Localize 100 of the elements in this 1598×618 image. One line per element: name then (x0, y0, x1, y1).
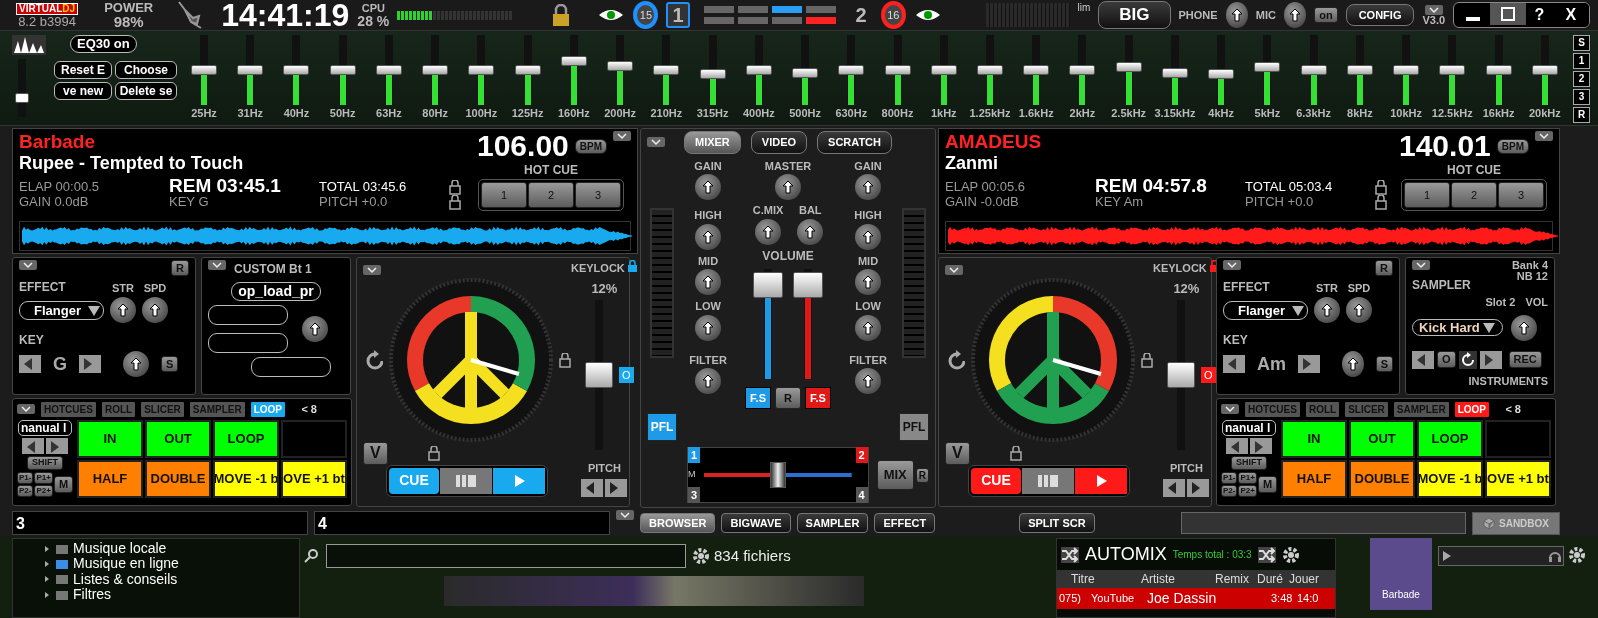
jog-wheel[interactable] (389, 278, 553, 442)
maximize-icon[interactable] (1490, 3, 1527, 25)
arrow-right-icon[interactable] (79, 355, 101, 374)
pad-button[interactable]: HALF (1281, 459, 1347, 498)
lock-icon[interactable] (551, 3, 572, 27)
arrow-left-icon[interactable] (1223, 355, 1245, 374)
slider-thumb[interactable] (1393, 65, 1420, 75)
arrow-left-icon[interactable] (1163, 478, 1186, 497)
lock-icon[interactable] (449, 194, 461, 210)
view-button[interactable]: SAMPLER (796, 512, 869, 534)
page-button[interactable]: P1+ (34, 471, 53, 484)
slider-thumb[interactable] (745, 65, 772, 75)
knob[interactable] (695, 269, 721, 295)
knob[interactable] (855, 269, 881, 295)
fader-thumb[interactable] (793, 272, 823, 298)
mixer-tab[interactable]: MIXER (683, 131, 741, 154)
pause-icon[interactable] (440, 467, 492, 494)
mixer-tab[interactable]: SCRATCH (817, 131, 892, 154)
column-header[interactable]: Remix (1215, 570, 1257, 588)
shift-button[interactable]: SHIFT (27, 455, 63, 470)
lock-icon[interactable] (449, 179, 461, 195)
hot-cue-button[interactable]: 1 (481, 182, 527, 208)
arrow-right-icon[interactable] (1479, 350, 1502, 369)
hot-cue-button[interactable]: 1 (1404, 182, 1450, 208)
column-header[interactable]: Artiste (1141, 570, 1215, 588)
knob[interactable] (855, 314, 881, 341)
pad-button[interactable]: IN (1281, 419, 1347, 458)
slider-thumb[interactable] (514, 65, 541, 75)
arrow-right-icon[interactable] (46, 437, 68, 454)
mix-reset-button[interactable]: R (915, 467, 929, 483)
knob[interactable] (302, 315, 328, 342)
mix-button[interactable]: MIX (876, 459, 914, 491)
fader-start-button[interactable]: F.S (804, 386, 831, 409)
knob[interactable] (695, 223, 721, 250)
slider-thumb[interactable] (977, 65, 1003, 75)
crossfader-thumb[interactable] (769, 462, 786, 488)
slider-thumb[interactable] (375, 65, 402, 75)
slider-thumb[interactable] (1300, 65, 1327, 75)
slider-thumb[interactable] (1531, 65, 1558, 75)
custom-button[interactable]: op_load_pr (231, 282, 321, 301)
shift-button[interactable]: SHIFT (1231, 455, 1267, 470)
v-button[interactable]: V (945, 442, 970, 465)
m-button[interactable]: M (1257, 476, 1278, 493)
pfl-button[interactable]: PFL (899, 413, 929, 441)
arrow-right-icon[interactable] (1298, 355, 1320, 374)
lock-icon[interactable] (626, 260, 638, 272)
slider-thumb[interactable] (930, 65, 957, 75)
knob[interactable] (855, 368, 881, 394)
chevron-down-icon[interactable] (616, 510, 634, 520)
pitch-reset-button[interactable]: O (1201, 366, 1216, 384)
pad-mode-field[interactable]: nanual l (1222, 419, 1276, 436)
chevron-down-icon[interactable] (17, 404, 35, 415)
folder-item[interactable]: Musique locale (73, 541, 167, 557)
lock-icon[interactable] (1375, 194, 1387, 210)
slider-thumb[interactable] (1115, 62, 1142, 73)
eq-preset-button[interactable]: Delete se (115, 82, 177, 101)
knob[interactable] (1225, 2, 1248, 28)
chevron-down-icon[interactable] (363, 264, 381, 275)
knob[interactable] (855, 174, 881, 200)
arrow-left-icon[interactable] (1226, 437, 1248, 454)
chevron-down-icon[interactable] (1412, 260, 1430, 270)
search-field[interactable] (1181, 512, 1466, 534)
lock-icon[interactable] (427, 445, 440, 461)
chevron-down-icon[interactable] (1223, 260, 1241, 270)
knob[interactable] (855, 223, 881, 250)
sync-button[interactable]: S (1375, 356, 1393, 373)
reset-button[interactable]: R (1375, 260, 1393, 277)
pad-button[interactable]: LOOP (213, 419, 279, 458)
eq-toggle-button[interactable]: EQ30 on (70, 35, 137, 53)
lock-icon[interactable] (1375, 179, 1387, 195)
slider-thumb[interactable] (15, 92, 29, 103)
slider-thumb[interactable] (560, 55, 587, 66)
chevron-down-icon[interactable] (613, 131, 631, 141)
pad-button[interactable]: DOUBLE (1349, 459, 1415, 498)
chevron-down-icon[interactable] (1221, 404, 1239, 415)
slider-thumb[interactable] (838, 65, 865, 75)
pad-button[interactable]: OUT (1349, 419, 1415, 458)
slider-thumb[interactable] (653, 65, 680, 75)
mic-on-toggle[interactable]: on (1314, 6, 1338, 24)
chevron-down-icon[interactable] (647, 137, 665, 148)
slider-thumb[interactable] (1346, 65, 1373, 75)
chevron-down-icon[interactable] (19, 260, 37, 270)
eq-bank-button[interactable]: S (1573, 35, 1590, 51)
column-header[interactable]: Duré (1257, 570, 1289, 588)
pad-button[interactable]: IN (77, 419, 143, 458)
knob[interactable] (1284, 2, 1307, 28)
slider-thumb[interactable] (191, 65, 217, 75)
v-button[interactable]: V (363, 442, 388, 465)
knob[interactable] (1345, 296, 1372, 323)
deck-3-field[interactable]: 3 (12, 511, 308, 535)
arrow-left-icon[interactable] (581, 478, 604, 497)
slider-thumb[interactable] (1208, 68, 1235, 79)
slider-thumb[interactable] (1439, 65, 1466, 75)
custom-button[interactable] (208, 332, 288, 353)
slider-thumb[interactable] (1167, 362, 1196, 388)
deck-number[interactable]: 2 (849, 2, 873, 28)
lock-icon[interactable] (1141, 352, 1153, 368)
slider-thumb[interactable] (1023, 65, 1050, 75)
lock-icon[interactable] (1009, 445, 1022, 461)
slider-thumb[interactable] (1254, 61, 1281, 72)
